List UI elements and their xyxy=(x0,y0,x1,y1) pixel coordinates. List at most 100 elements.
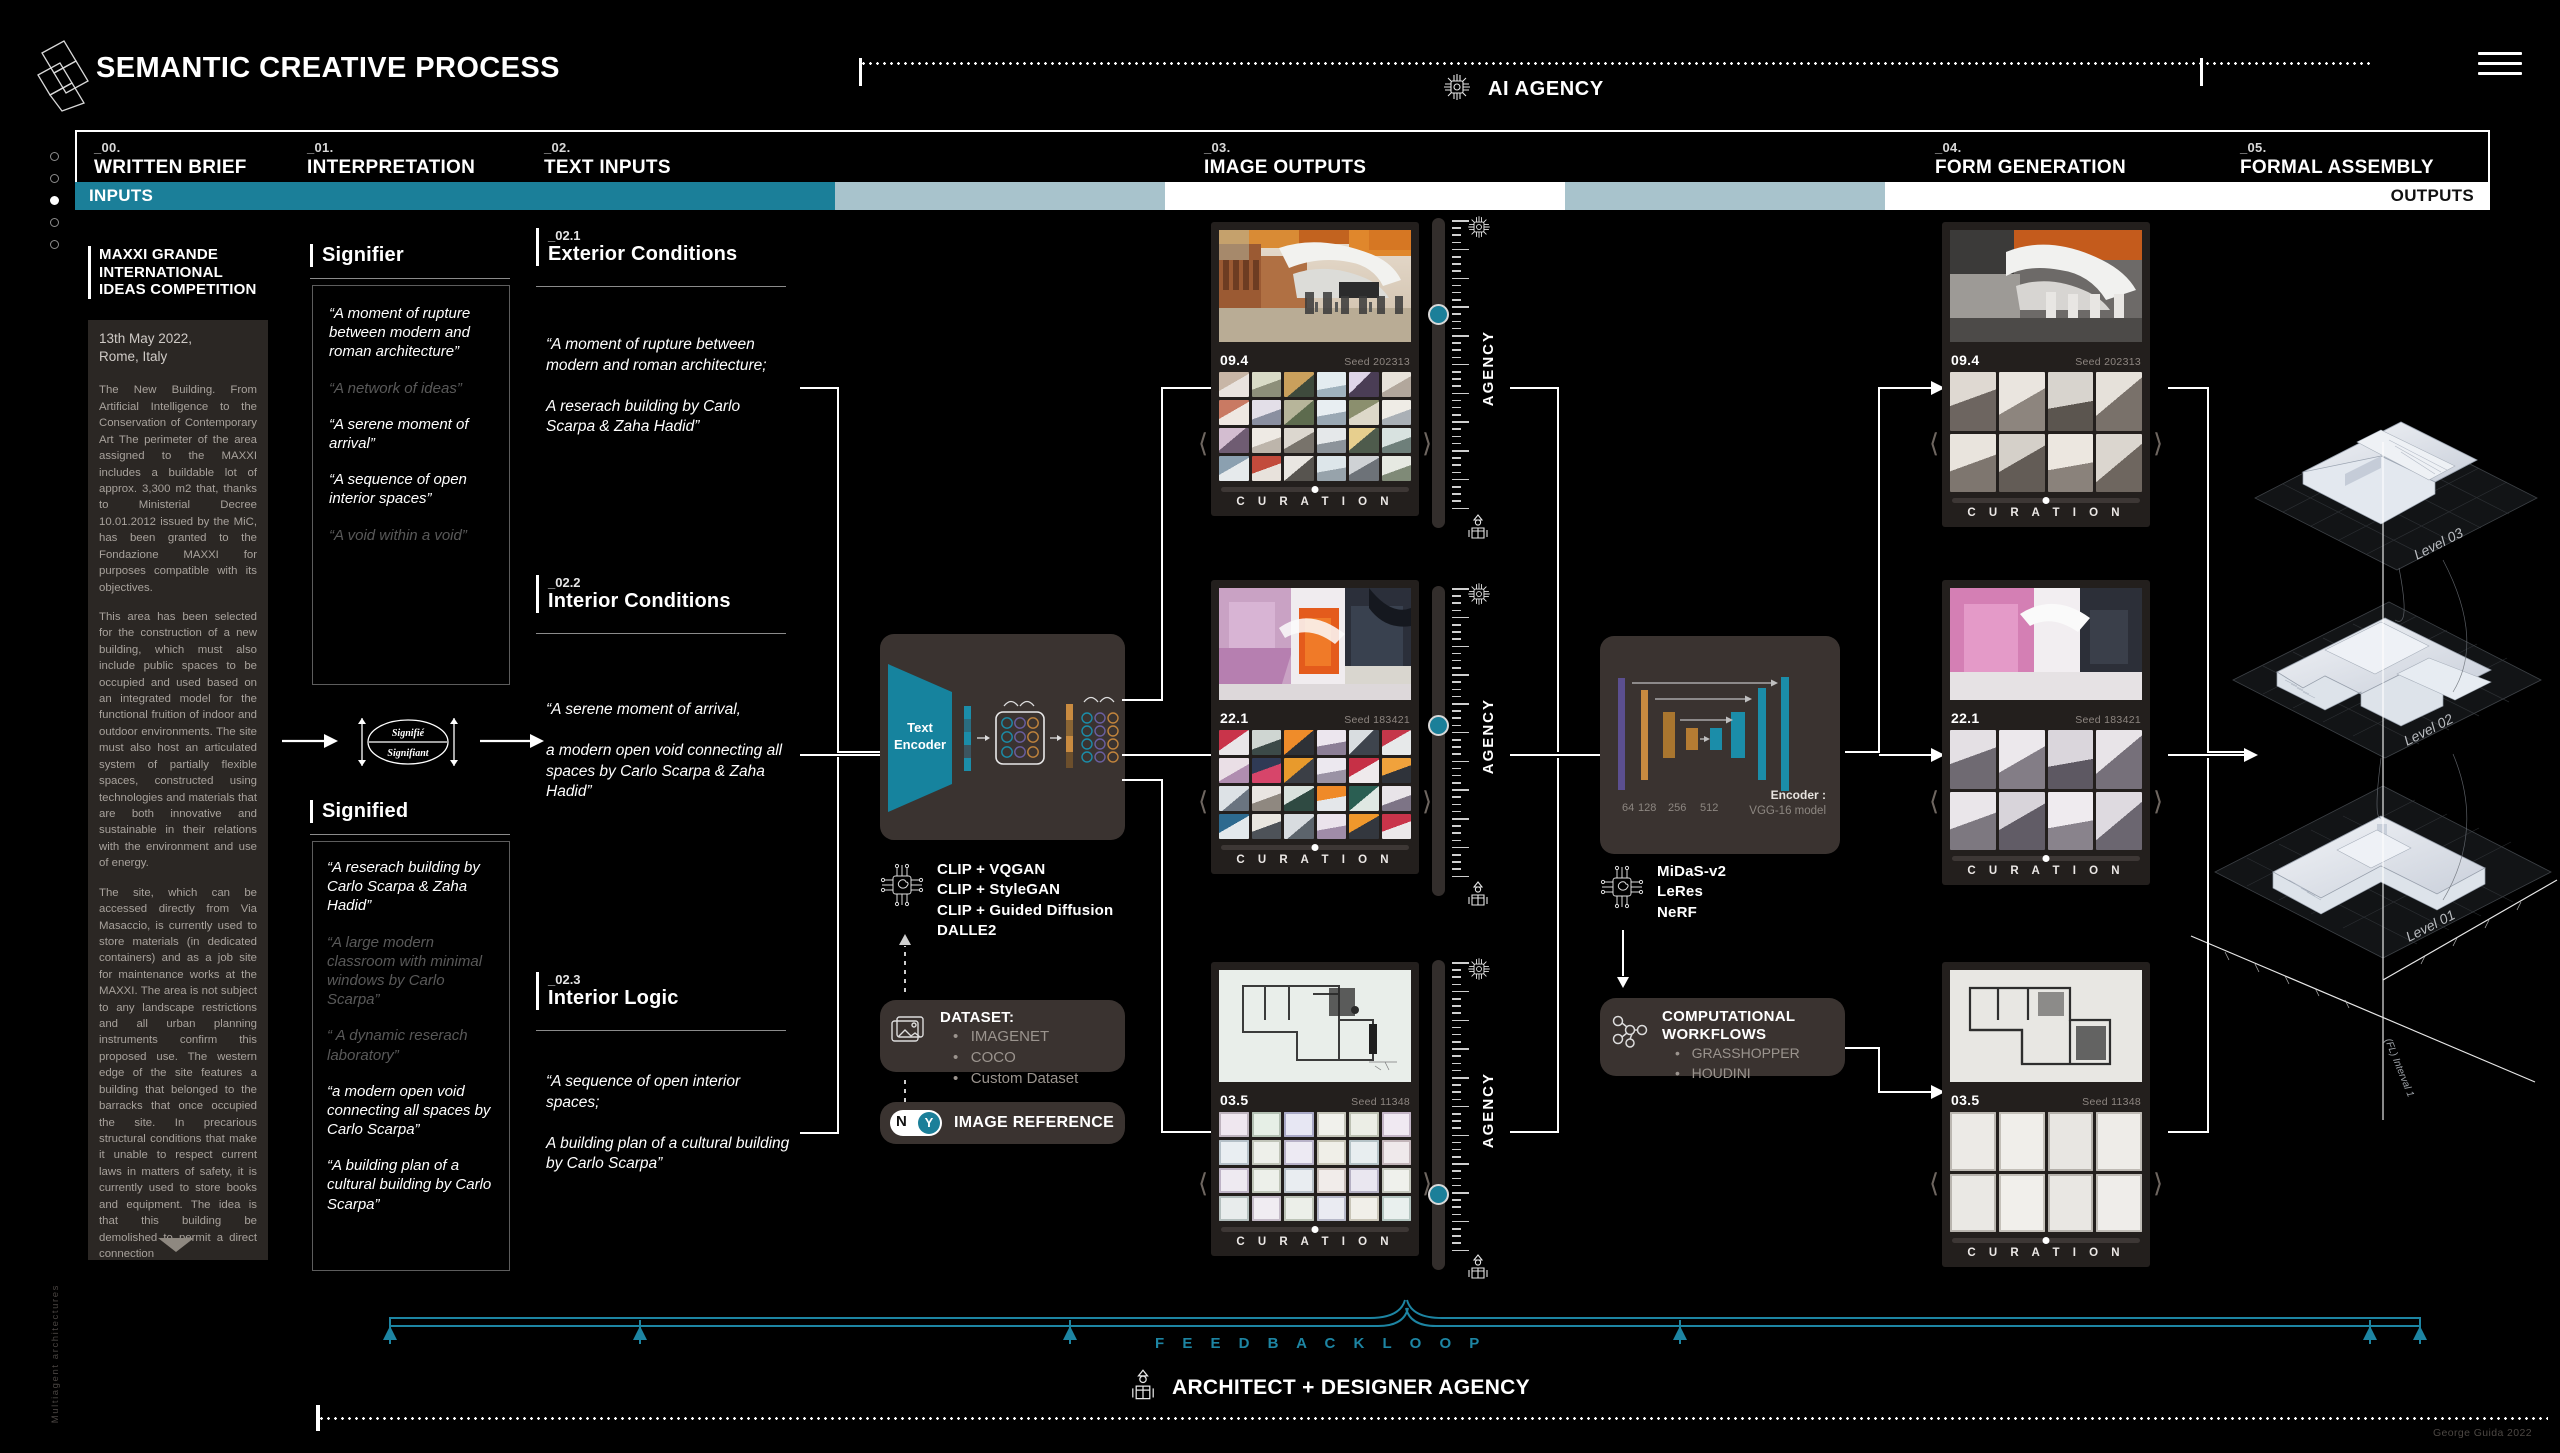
image-reference-row[interactable]: N Y IMAGE REFERENCE xyxy=(880,1102,1125,1144)
thumbnail[interactable] xyxy=(1219,456,1249,481)
thumbnail[interactable] xyxy=(1316,1168,1346,1193)
next-arrow-icon[interactable]: ⟩ xyxy=(1422,786,1432,817)
thumbnail-grid-interior[interactable] xyxy=(1219,730,1411,839)
thumbnail[interactable] xyxy=(2047,730,2094,789)
curation-pager[interactable] xyxy=(1221,1225,1409,1233)
thumbnail-grid-plan[interactable] xyxy=(1219,1112,1411,1221)
thumbnail[interactable] xyxy=(1381,1140,1411,1165)
thumbnail[interactable] xyxy=(1998,730,2045,789)
thumbnail[interactable] xyxy=(1950,1173,1996,1233)
thumbnail[interactable] xyxy=(1284,1168,1314,1193)
thumbnail[interactable] xyxy=(2096,372,2142,431)
formgen-panel-plan[interactable]: 03.5 Seed 11348 C U R A T I O N xyxy=(1942,962,2150,1268)
thumbnail[interactable] xyxy=(2047,1112,2094,1171)
agency-track[interactable] xyxy=(1432,960,1445,1270)
thumbnail[interactable] xyxy=(1316,758,1346,783)
dataset-box[interactable]: DATASET: • IMAGENET • COCO • Custom Data… xyxy=(880,1000,1125,1087)
thumbnail[interactable] xyxy=(1284,1112,1314,1137)
thumbnail[interactable] xyxy=(1998,372,2045,431)
thumbnail[interactable] xyxy=(2096,730,2142,789)
prev-arrow-icon[interactable]: ⟨ xyxy=(1929,786,1939,817)
thumbnail[interactable] xyxy=(1381,372,1411,397)
thumbnail[interactable] xyxy=(1950,372,1996,431)
next-arrow-icon[interactable]: ⟩ xyxy=(2153,786,2163,817)
formgen-panel-exterior[interactable]: 09.4 Seed 202313 C U R A T I O N xyxy=(1942,222,2150,528)
phase-form-generation[interactable]: _04. FORM GENERATION xyxy=(1935,140,2126,179)
thumbnail[interactable] xyxy=(1316,428,1346,453)
thumbnail[interactable] xyxy=(2047,791,2094,851)
next-arrow-icon[interactable]: ⟩ xyxy=(1422,428,1432,459)
agency-track[interactable] xyxy=(1432,218,1445,528)
thumbnail[interactable] xyxy=(1349,730,1379,755)
thumbnail[interactable] xyxy=(1219,1196,1249,1221)
scroll-down-arrow-icon[interactable] xyxy=(158,1238,194,1252)
phase-image-outputs[interactable]: _03. IMAGE OUTPUTS xyxy=(1204,140,1366,179)
thumbnail[interactable] xyxy=(1349,758,1379,783)
phase-written-brief[interactable]: _00. WRITTEN BRIEF xyxy=(94,140,247,179)
thumbnail[interactable] xyxy=(1284,758,1314,783)
thumbnail[interactable] xyxy=(1284,428,1314,453)
prev-arrow-icon[interactable]: ⟨ xyxy=(1198,786,1208,817)
thumbnail[interactable] xyxy=(1284,400,1314,425)
thumbnail[interactable] xyxy=(2096,1173,2142,1233)
thumbnail[interactable] xyxy=(1219,1112,1249,1137)
thumbnail[interactable] xyxy=(2096,791,2142,851)
curation-pager[interactable] xyxy=(1952,497,2140,505)
thumbnail[interactable] xyxy=(1251,456,1281,481)
prev-arrow-icon[interactable]: ⟨ xyxy=(1929,428,1939,459)
thumbnail[interactable] xyxy=(1219,400,1249,425)
curation-pager[interactable] xyxy=(1221,843,1409,851)
signified-box[interactable]: “A reserach building by Carlo Scarpa & Z… xyxy=(312,841,510,1271)
thumbnail[interactable] xyxy=(1349,1196,1379,1221)
thumbnail[interactable] xyxy=(1219,786,1249,811)
thumbnail-grid-formgen-interior[interactable] xyxy=(1950,730,2142,851)
next-arrow-icon[interactable]: ⟩ xyxy=(2153,428,2163,459)
thumbnail[interactable] xyxy=(1284,1140,1314,1165)
signifier-box[interactable]: “A moment of rupture between modern and … xyxy=(312,285,510,685)
thumbnail[interactable] xyxy=(1950,791,1996,851)
phase-formal-assembly[interactable]: _05. FORMAL ASSEMBLY xyxy=(2240,140,2434,179)
thumbnail[interactable] xyxy=(1219,428,1249,453)
thumbnail[interactable] xyxy=(1998,1112,2045,1171)
thumbnail[interactable] xyxy=(1284,1196,1314,1221)
thumbnail[interactable] xyxy=(1251,428,1281,453)
thumbnail[interactable] xyxy=(1381,456,1411,481)
agency-knob[interactable] xyxy=(1428,715,1449,736)
thumbnail[interactable] xyxy=(1316,1140,1346,1165)
phase-interpretation[interactable]: _01. INTERPRETATION xyxy=(307,140,475,179)
thumbnail[interactable] xyxy=(1251,1112,1281,1137)
prompt-logic[interactable]: “A sequence of open interior spaces; A b… xyxy=(546,1072,796,1175)
thumbnail[interactable] xyxy=(1284,814,1314,839)
thumbnail[interactable] xyxy=(1316,1112,1346,1137)
thumbnail[interactable] xyxy=(1219,1140,1249,1165)
thumbnail[interactable] xyxy=(1349,456,1379,481)
thumbnail[interactable] xyxy=(1381,1196,1411,1221)
phase-text-inputs[interactable]: _02. TEXT INPUTS xyxy=(544,140,671,179)
curation-panel-plan[interactable]: 03.5 Seed 11348 C U R A T I O N xyxy=(1211,962,1419,1256)
thumbnail[interactable] xyxy=(1381,730,1411,755)
thumbnail[interactable] xyxy=(1381,786,1411,811)
thumbnail[interactable] xyxy=(1251,758,1281,783)
thumbnail[interactable] xyxy=(1316,372,1346,397)
thumbnail[interactable] xyxy=(1349,1168,1379,1193)
agency-track[interactable] xyxy=(1432,586,1445,896)
hamburger-icon[interactable] xyxy=(2478,52,2522,78)
thumbnail[interactable] xyxy=(1251,730,1281,755)
agency-knob[interactable] xyxy=(1428,304,1449,325)
thumbnail[interactable] xyxy=(1251,814,1281,839)
thumbnail[interactable] xyxy=(1349,428,1379,453)
thumbnail[interactable] xyxy=(1998,433,2045,493)
thumbnail[interactable] xyxy=(1349,1112,1379,1137)
thumbnail[interactable] xyxy=(1316,814,1346,839)
thumbnail[interactable] xyxy=(1316,456,1346,481)
thumbnail[interactable] xyxy=(1251,400,1281,425)
formgen-panel-interior[interactable]: 22.1 Seed 183421 C U R A T I O N xyxy=(1942,580,2150,886)
thumbnail[interactable] xyxy=(1349,814,1379,839)
agency-knob[interactable] xyxy=(1428,1184,1449,1205)
thumbnail[interactable] xyxy=(1316,786,1346,811)
thumbnail[interactable] xyxy=(1381,400,1411,425)
thumbnail[interactable] xyxy=(1349,400,1379,425)
thumbnail[interactable] xyxy=(1316,400,1346,425)
thumbnail[interactable] xyxy=(1219,758,1249,783)
thumbnail[interactable] xyxy=(1349,1140,1379,1165)
